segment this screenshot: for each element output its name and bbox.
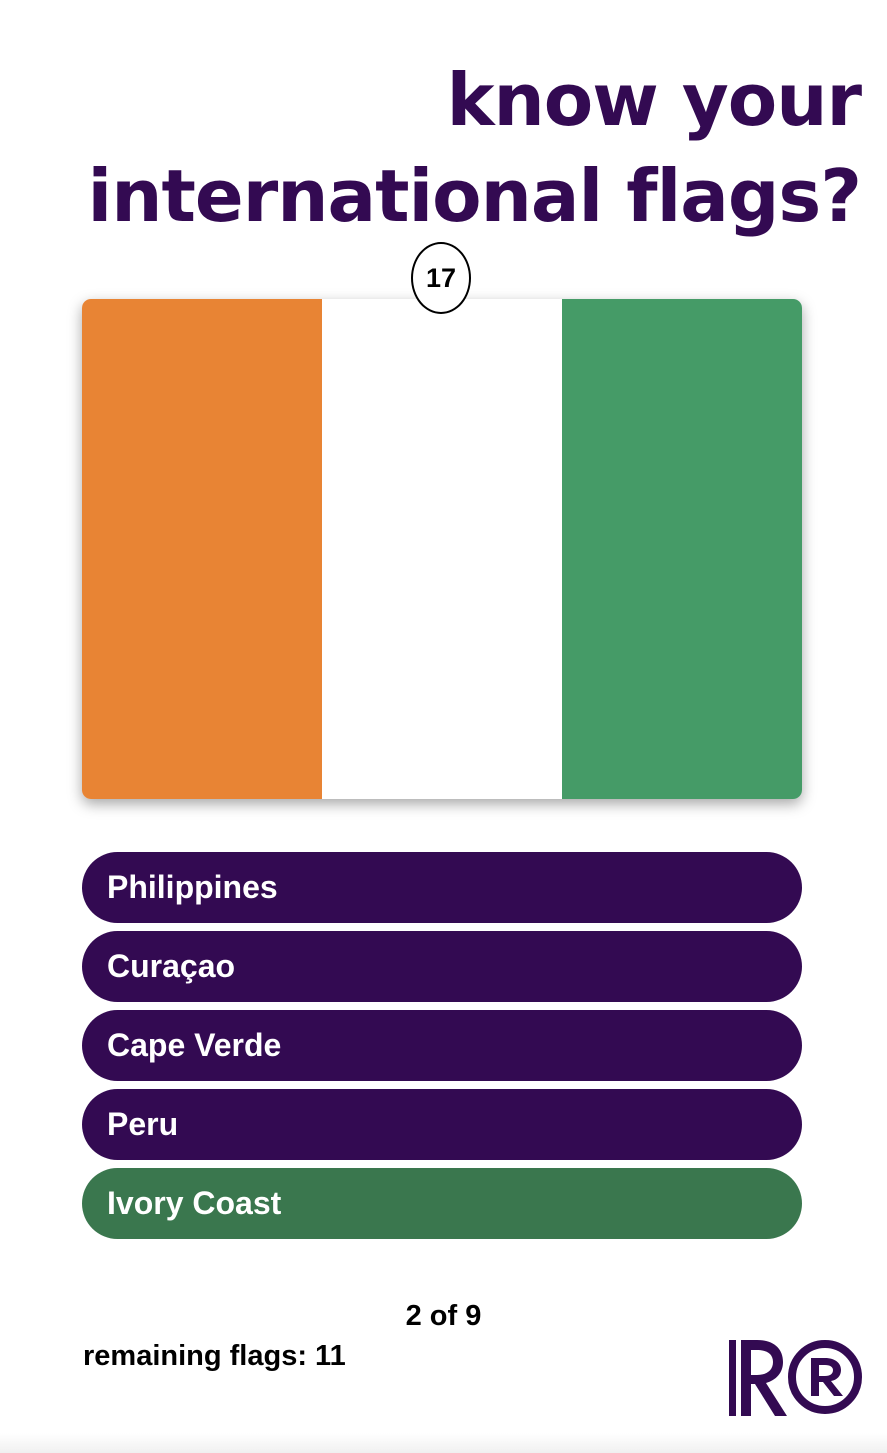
timer-value: 17	[425, 262, 457, 293]
answer-label: Cape Verde	[107, 1027, 282, 1063]
page-title: know your international flags?	[87, 52, 862, 244]
answer-button[interactable]: Cape Verde	[82, 1010, 802, 1081]
countdown-timer: 17	[411, 242, 471, 314]
title-line-2: international flags?	[87, 154, 862, 238]
answer-button[interactable]: Curaçao	[82, 931, 802, 1002]
answer-list: Philippines Curaçao Cape Verde Peru Ivor…	[82, 852, 802, 1247]
title-line-1: know your	[446, 58, 862, 142]
answer-button[interactable]: Peru	[82, 1089, 802, 1160]
question-progress: 2 of 9	[405, 1300, 482, 1332]
flag-stripe-left	[82, 299, 322, 799]
answer-button[interactable]: Ivory Coast	[82, 1168, 802, 1239]
answer-label: Ivory Coast	[107, 1185, 282, 1221]
remaining-flags-count: remaining flags: 11	[83, 1340, 346, 1372]
answer-button[interactable]: Philippines	[82, 852, 802, 923]
flag-stripe-right	[562, 299, 802, 799]
flag-image	[82, 299, 802, 799]
answer-label: Curaçao	[107, 948, 236, 984]
flag-stripe-middle	[322, 299, 562, 799]
bottom-shadow	[0, 1433, 887, 1453]
r-registered-logo	[729, 1340, 862, 1416]
answer-label: Peru	[107, 1106, 179, 1142]
answer-label: Philippines	[107, 869, 278, 905]
